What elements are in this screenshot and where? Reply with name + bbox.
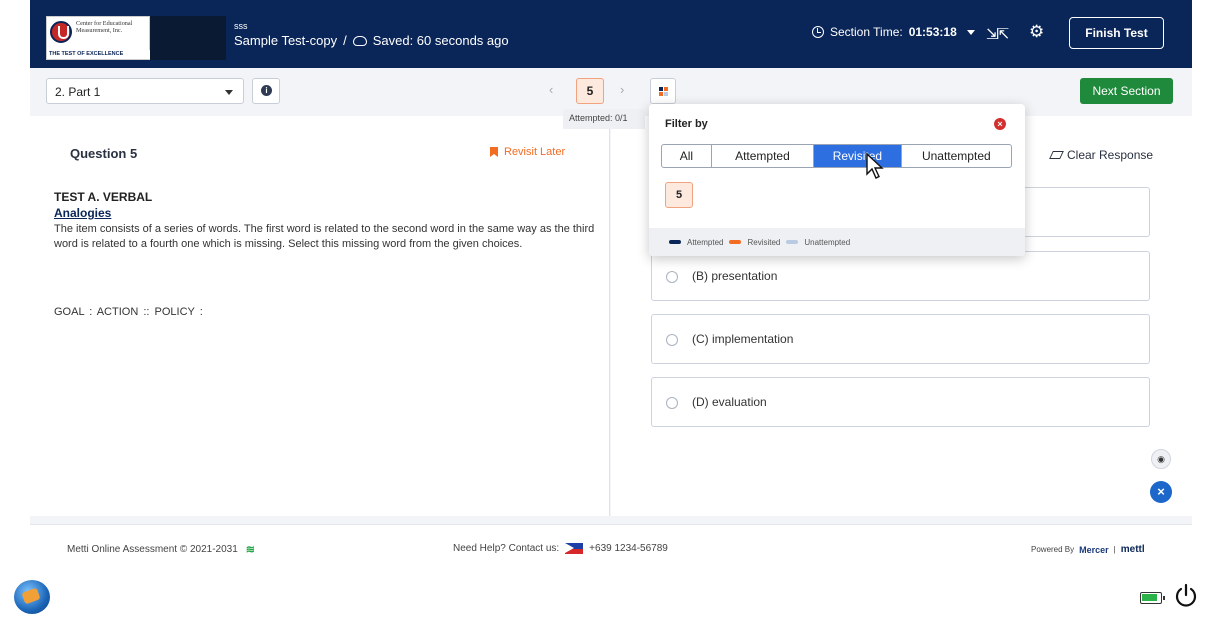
section-time-label: Section Time:	[830, 25, 903, 39]
footer-help: Need Help? Contact us: +639 1234-56789	[453, 543, 668, 554]
title-separator: /	[343, 33, 347, 48]
logo-org-text: Center for Educational Measurement, Inc.	[76, 20, 133, 34]
powered-by-text: Powered By	[1031, 545, 1075, 554]
option-b[interactable]: (B) presentation	[651, 251, 1150, 301]
finish-test-button[interactable]: Finish Test	[1069, 17, 1164, 49]
next-question-button[interactable]: ›	[620, 82, 624, 97]
footer: Metti Online Assessment © 2021-2031 ≋ Ne…	[30, 524, 1192, 572]
redacted-block	[150, 16, 226, 60]
brand-divider: |	[1113, 545, 1116, 554]
revisit-later-button[interactable]: Revisit Later	[490, 146, 565, 158]
bookmark-icon	[490, 147, 498, 157]
help-phone[interactable]: +639 1234-56789	[589, 543, 668, 554]
question-title: Question 5	[70, 146, 138, 161]
filter-tab-attempted[interactable]: Attempted	[712, 145, 815, 167]
question-grid-button[interactable]	[650, 78, 676, 104]
test-title: Sample Test-copy	[234, 33, 338, 48]
help-text: Need Help? Contact us:	[453, 543, 560, 554]
filter-tab-unattempted[interactable]: Unattempted	[902, 145, 1011, 167]
saved-status: Saved: 60 seconds ago	[372, 33, 509, 48]
assessment-app: Center for Educational Measurement, Inc.…	[30, 0, 1192, 572]
logo-tagline: THE TEST OF EXCELLENCE	[47, 50, 151, 59]
option-d[interactable]: (D) evaluation	[651, 377, 1150, 427]
clock-icon	[812, 26, 824, 38]
mercer-logo: Mercer	[1079, 544, 1109, 555]
option-label: (C) implementation	[692, 332, 794, 346]
power-icon[interactable]	[1172, 582, 1200, 610]
section-time-value: 01:53:18	[908, 25, 957, 39]
topic-heading: Analogies	[54, 206, 112, 220]
legend-swatch-attempted	[669, 240, 681, 244]
current-question-number[interactable]: 5	[576, 78, 604, 104]
filter-tab-all[interactable]: All	[662, 145, 712, 167]
filter-popover: Filter by × All Attempted Revisited Unat…	[649, 104, 1025, 256]
test-title-row: Sample Test-copy / Saved: 60 seconds ago	[234, 33, 509, 48]
section-timer[interactable]: Section Time: 01:53:18	[812, 25, 975, 39]
question-stem: GOAL : ACTION :: POLICY :	[54, 306, 203, 318]
prev-question-button[interactable]: ‹	[549, 82, 553, 97]
test-heading: TEST A. VERBAL	[54, 190, 153, 204]
status-legend: Attempted Revisited Unattempted	[649, 228, 1025, 256]
chevron-down-icon	[966, 29, 975, 35]
app-launcher-icon[interactable]	[14, 580, 50, 614]
mettl-logo: mettl	[1120, 544, 1145, 555]
filter-tabs: All Attempted Revisited Unattempted	[661, 144, 1012, 168]
philippines-flag-icon	[565, 543, 584, 554]
eye-icon[interactable]: ◉	[1151, 449, 1171, 469]
part-select[interactable]: 2. Part 1	[46, 78, 244, 104]
option-label: (B) presentation	[692, 269, 778, 283]
next-section-button[interactable]: Next Section	[1080, 78, 1173, 104]
footer-brand: Powered By Mercer | mettl	[1031, 544, 1145, 555]
close-icon[interactable]: ×	[994, 118, 1006, 130]
filter-tab-revisited[interactable]: Revisited	[814, 145, 902, 167]
radio-button[interactable]	[666, 334, 678, 346]
battery-icon[interactable]	[1140, 592, 1165, 604]
info-button[interactable]: i	[252, 78, 280, 104]
attempted-count: Attempted: 0/1	[563, 109, 645, 129]
filter-question-chip[interactable]: 5	[665, 182, 693, 208]
part-select-value: 2. Part 1	[55, 85, 101, 99]
clear-response-button[interactable]: Clear Response	[1049, 148, 1154, 162]
mouse-cursor-icon	[866, 152, 884, 179]
close-icon[interactable]: ×	[1150, 481, 1172, 503]
cem-emblem-icon	[50, 21, 72, 43]
legend-swatch-unattempted	[786, 240, 799, 244]
candidate-label: sss	[234, 21, 248, 31]
wifi-icon: ≋	[245, 544, 256, 556]
cem-logo: Center for Educational Measurement, Inc.…	[46, 16, 151, 60]
copyright-text: Metti Online Assessment © 2021-2031	[67, 544, 238, 555]
legend-unattempted: Unattempted	[804, 237, 851, 247]
clear-response-label: Clear Response	[1067, 148, 1154, 162]
legend-revisited: Revisited	[747, 237, 781, 247]
gear-icon[interactable]: ⚙	[1029, 22, 1044, 42]
legend-attempted: Attempted	[687, 237, 724, 247]
revisit-later-label: Revisit Later	[504, 146, 566, 158]
radio-button[interactable]	[666, 271, 678, 283]
chevron-down-icon	[225, 90, 233, 95]
option-label: (D) evaluation	[692, 395, 767, 409]
legend-swatch-revisited	[729, 240, 742, 244]
top-header: Center for Educational Measurement, Inc.…	[30, 0, 1192, 68]
filter-title: Filter by	[665, 118, 708, 130]
option-c[interactable]: (C) implementation	[651, 314, 1150, 364]
eraser-icon	[1049, 151, 1064, 159]
radio-button[interactable]	[666, 397, 678, 409]
question-instructions: The item consists of a series of words. …	[54, 223, 595, 250]
cloud-saved-icon	[352, 35, 367, 46]
info-icon: i	[261, 85, 272, 96]
compress-icon[interactable]: ⇲⇱	[986, 25, 1009, 43]
footer-left: Metti Online Assessment © 2021-2031 ≋	[67, 543, 255, 556]
